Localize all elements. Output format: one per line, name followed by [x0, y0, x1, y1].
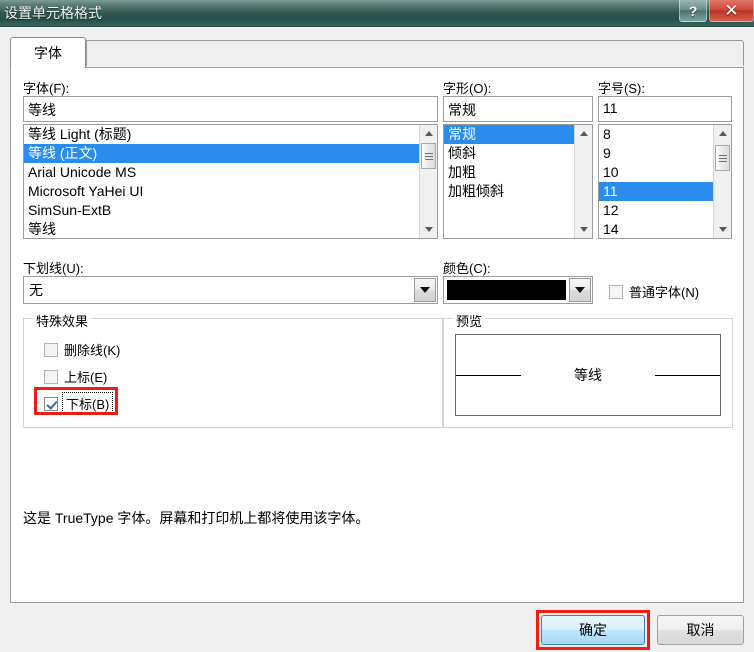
superscript-label: 上标(E) — [64, 370, 108, 385]
font-preview-box: 等线 — [455, 334, 721, 416]
font-tab-panel: 字体(F): 等线 等线 Light (标题) 等线 (正文) Arial Un… — [10, 67, 744, 603]
font-family-input[interactable]: 等线 — [23, 96, 438, 122]
window-controls: ? ✕ — [679, 0, 754, 22]
font-size-label: 字号(S): — [598, 81, 645, 96]
color-combobox[interactable] — [443, 276, 593, 304]
list-item[interactable]: 9 — [599, 144, 713, 163]
list-item[interactable]: Microsoft YaHei UI — [24, 182, 419, 201]
list-item[interactable]: 8 — [599, 125, 713, 144]
font-style-list-items: 常规 倾斜 加粗 加粗倾斜 — [444, 125, 574, 238]
list-item[interactable]: 等线 Light (标题) — [24, 125, 419, 144]
color-swatch — [446, 279, 567, 301]
scrollbar-thumb[interactable] — [715, 145, 730, 171]
help-icon[interactable]: ? — [679, 0, 707, 22]
scroll-down-icon[interactable] — [575, 221, 592, 238]
scroll-down-icon[interactable] — [420, 221, 437, 238]
list-item[interactable]: SimSun-ExtB — [24, 201, 419, 220]
subscript-checkbox[interactable]: 下标(B) — [44, 392, 114, 415]
list-item[interactable]: 14 — [599, 220, 713, 238]
tab-font[interactable]: 字体 — [10, 37, 86, 68]
list-item[interactable]: Arial Unicode MS — [24, 163, 419, 182]
subscript-label: 下标(B) — [61, 392, 114, 415]
underline-value: 无 — [29, 282, 43, 298]
list-item[interactable]: 11 — [599, 182, 713, 201]
list-item[interactable]: 加粗 — [444, 163, 574, 182]
scroll-up-icon[interactable] — [420, 125, 437, 142]
list-item[interactable]: 等线 (正文) — [24, 144, 419, 163]
preview-title: 预览 — [453, 311, 486, 330]
font-style-scrollbar[interactable] — [574, 125, 592, 238]
checkbox-box[interactable] — [44, 342, 58, 357]
list-item[interactable]: 加粗倾斜 — [444, 182, 574, 201]
font-size-listbox[interactable]: 8 9 10 11 12 14 — [598, 124, 732, 239]
scrollbar-thumb[interactable] — [421, 143, 436, 169]
cancel-button[interactable]: 取消 — [657, 615, 744, 645]
checkbox-box[interactable] — [44, 369, 58, 384]
list-item[interactable]: 10 — [599, 163, 713, 182]
chevron-down-icon[interactable] — [414, 278, 436, 302]
list-item[interactable]: 常规 — [444, 125, 574, 144]
font-family-label: 字体(F): — [23, 81, 70, 96]
normal-font-label: 普通字体(N) — [629, 285, 700, 300]
normal-font-checkbox[interactable]: 普通字体(N) — [609, 282, 699, 301]
ok-button[interactable]: 确定 — [541, 615, 645, 645]
font-family-scrollbar[interactable] — [419, 125, 437, 238]
font-style-listbox[interactable]: 常规 倾斜 加粗 加粗倾斜 — [443, 124, 593, 239]
font-style-input[interactable]: 常规 — [443, 96, 593, 122]
window-title: 设置单元格格式 — [4, 5, 102, 21]
underline-combobox[interactable]: 无 — [23, 276, 438, 304]
scroll-down-icon[interactable] — [714, 221, 731, 238]
font-size-list-items: 8 9 10 11 12 14 — [599, 125, 713, 238]
grip-icon — [424, 152, 433, 160]
preview-sample-text: 等线 — [574, 367, 602, 383]
tab-strip-filler — [86, 40, 744, 66]
font-family-listbox[interactable]: 等线 Light (标题) 等线 (正文) Arial Unicode MS M… — [23, 124, 438, 239]
underline-label: 下划线(U): — [23, 261, 84, 276]
close-icon[interactable]: ✕ — [709, 0, 754, 22]
list-item[interactable]: 倾斜 — [444, 144, 574, 163]
color-label: 颜色(C): — [443, 261, 491, 276]
scroll-up-icon[interactable] — [714, 125, 731, 142]
checkbox-box[interactable] — [609, 284, 623, 299]
scroll-up-icon[interactable] — [575, 125, 592, 142]
window-title-bar: 设置单元格格式 ? ✕ — [0, 0, 754, 27]
font-description: 这是 TrueType 字体。屏幕和打印机上都将使用该字体。 — [23, 510, 370, 526]
tab-strip: 字体 — [10, 37, 744, 68]
list-item[interactable]: 等线 — [24, 220, 419, 238]
format-cells-dialog: 字体 字体(F): 等线 等线 Light (标题) 等线 (正文) Arial… — [0, 27, 754, 652]
strikethrough-checkbox[interactable]: 删除线(K) — [44, 340, 120, 359]
font-size-input[interactable]: 11 — [598, 96, 732, 122]
font-size-scrollbar[interactable] — [713, 125, 731, 238]
list-item[interactable]: 12 — [599, 201, 713, 220]
superscript-checkbox[interactable]: 上标(E) — [44, 367, 107, 386]
grip-icon — [718, 154, 727, 162]
strikethrough-label: 删除线(K) — [64, 343, 121, 358]
chevron-down-icon[interactable] — [569, 278, 591, 302]
checkbox-box[interactable] — [44, 396, 58, 411]
font-style-label: 字形(O): — [443, 81, 492, 96]
font-family-list-items: 等线 Light (标题) 等线 (正文) Arial Unicode MS M… — [24, 125, 419, 238]
special-effects-title: 特殊效果 — [33, 311, 92, 330]
